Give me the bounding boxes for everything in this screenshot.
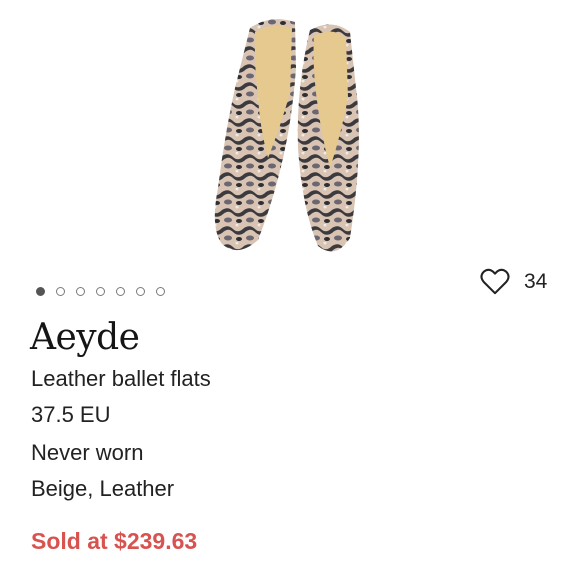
product-color-material: Beige, Leather bbox=[31, 476, 175, 501]
sold-price: Sold at $239.63 bbox=[31, 528, 198, 554]
brand-name[interactable]: Aeyde bbox=[30, 317, 140, 358]
carousel-dot-5[interactable] bbox=[116, 287, 125, 296]
carousel-dot-2[interactable] bbox=[56, 287, 65, 296]
image-carousel-indicators[interactable] bbox=[36, 287, 165, 296]
carousel-dot-1[interactable] bbox=[36, 287, 45, 296]
heart-outline-icon[interactable] bbox=[480, 268, 510, 296]
carousel-dot-7[interactable] bbox=[156, 287, 165, 296]
product-condition: Never worn bbox=[31, 440, 144, 465]
carousel-dot-4[interactable] bbox=[96, 287, 105, 296]
product-image[interactable] bbox=[200, 8, 380, 268]
product-size: 37.5 EU bbox=[31, 402, 111, 427]
like-count: 34 bbox=[524, 270, 548, 293]
product-title: Leather ballet flats bbox=[31, 366, 211, 391]
snakeskin-flats-image bbox=[214, 19, 359, 252]
carousel-dot-6[interactable] bbox=[136, 287, 145, 296]
carousel-dot-3[interactable] bbox=[76, 287, 85, 296]
like-button[interactable]: 34 bbox=[480, 268, 547, 296]
